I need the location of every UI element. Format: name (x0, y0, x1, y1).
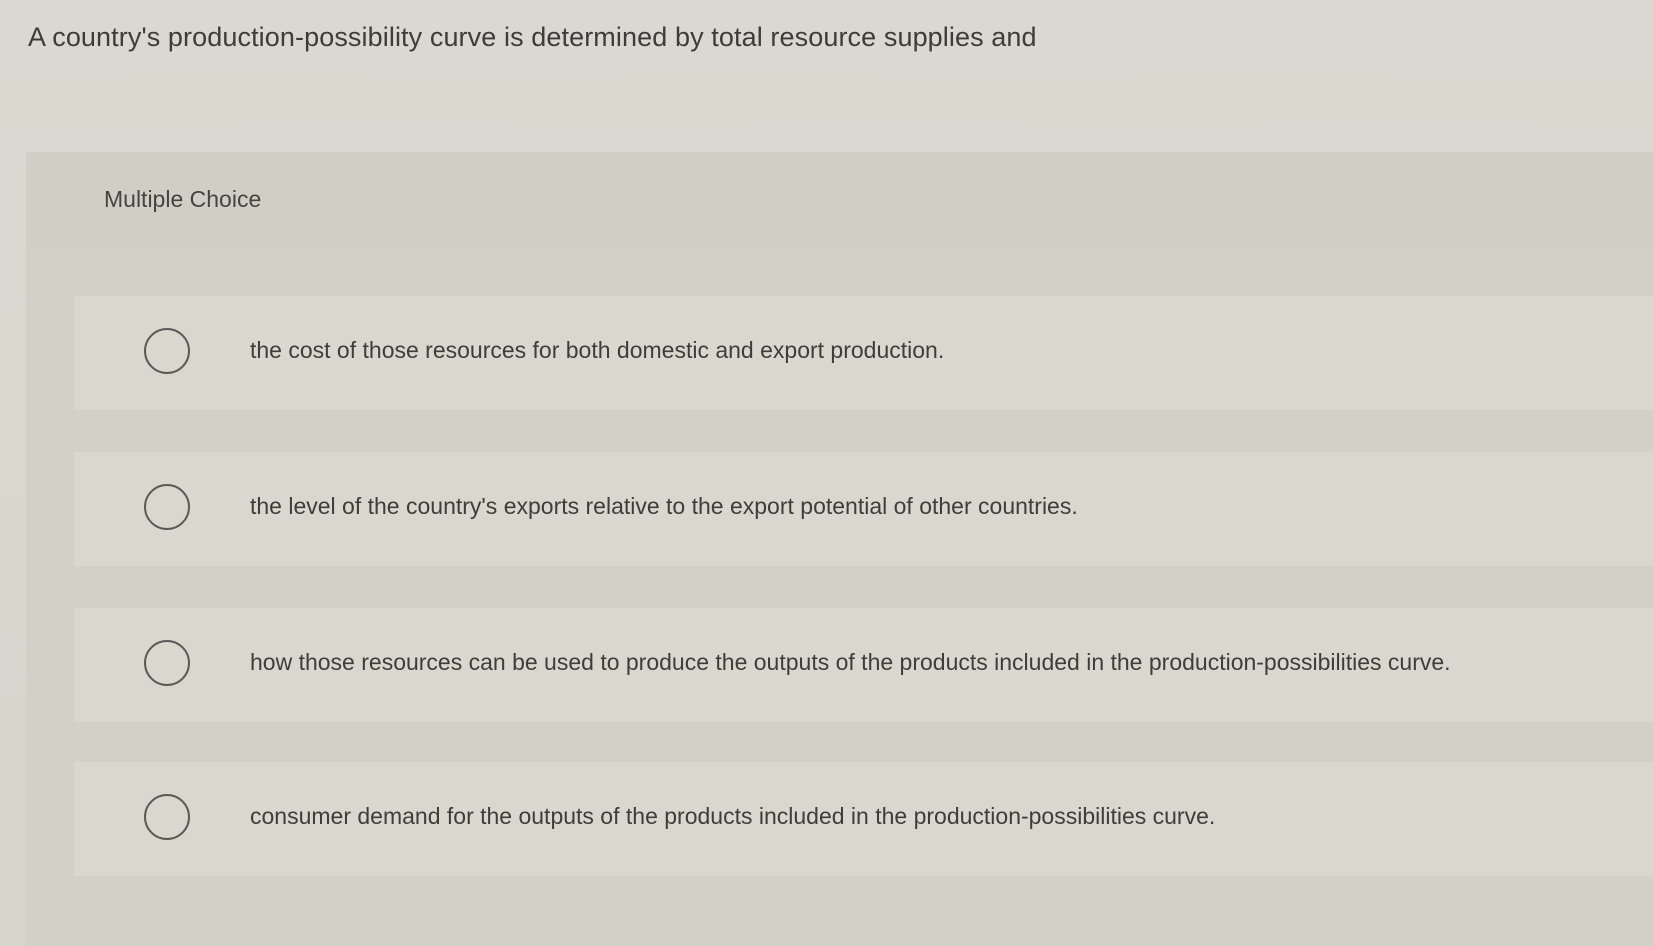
answer-option-3[interactable]: how those resources can be used to produ… (74, 608, 1653, 722)
answer-option-text[interactable]: the cost of those resources for both dom… (250, 337, 944, 364)
multiple-choice-panel: Multiple Choice the cost of those resour… (26, 152, 1653, 946)
multiple-choice-label: Multiple Choice (104, 186, 262, 212)
radio-button-icon[interactable] (144, 484, 190, 530)
answer-option-1[interactable]: the cost of those resources for both dom… (74, 296, 1653, 410)
radio-button-icon[interactable] (144, 794, 190, 840)
radio-button-icon[interactable] (144, 640, 190, 686)
answer-option-text[interactable]: consumer demand for the outputs of the p… (250, 803, 1215, 830)
answer-option-text[interactable]: the level of the country's exports relat… (250, 493, 1078, 520)
quiz-page: A country's production-possibility curve… (0, 0, 1653, 946)
answer-option-text[interactable]: how those resources can be used to produ… (250, 649, 1451, 676)
radio-button-icon[interactable] (144, 328, 190, 374)
answer-option-4[interactable]: consumer demand for the outputs of the p… (74, 762, 1653, 876)
answer-option-2[interactable]: the level of the country's exports relat… (74, 452, 1653, 566)
panel-header: Multiple Choice (26, 152, 1653, 248)
question-text: A country's production-possibility curve… (28, 22, 1037, 52)
